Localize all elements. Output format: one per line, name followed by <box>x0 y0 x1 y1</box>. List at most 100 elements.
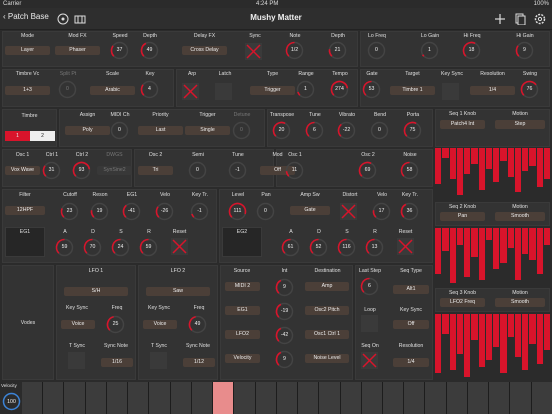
seq2-steps-step[interactable] <box>514 228 521 281</box>
seq3-steps-step[interactable] <box>435 314 442 374</box>
back-button[interactable]: ‹ Patch Base <box>3 12 49 21</box>
seq1-steps-step[interactable] <box>543 148 550 180</box>
delay-fx-select[interactable]: Cross Delay <box>182 46 227 55</box>
piano-key[interactable] <box>191 382 213 414</box>
seq1-steps-step[interactable] <box>536 148 543 187</box>
trigger-select[interactable]: Single <box>185 126 230 135</box>
eg1-reset-button[interactable] <box>171 238 188 255</box>
seq3-steps-step[interactable] <box>442 314 449 334</box>
seq2-steps-step[interactable] <box>507 228 514 249</box>
type-select[interactable]: Trigger <box>250 86 295 95</box>
mode-select[interactable]: Layer <box>5 46 50 55</box>
seq3-steps[interactable] <box>435 314 550 380</box>
seq1-steps-step[interactable] <box>493 148 500 182</box>
piano-key[interactable] <box>382 382 404 414</box>
seq2-motion-select[interactable]: Smooth <box>495 212 545 221</box>
seq3-steps-step[interactable] <box>456 314 463 354</box>
mod-fx-select[interactable]: Phaser <box>55 46 100 55</box>
eg2-reset-button[interactable] <box>397 238 414 255</box>
seq1-steps-step[interactable] <box>435 148 442 185</box>
piano-key[interactable] <box>467 382 489 414</box>
seq2-steps-step[interactable] <box>522 228 529 255</box>
seq1-steps-step[interactable] <box>442 148 449 159</box>
seq2-steps-step[interactable] <box>529 228 536 260</box>
seq2-steps-step[interactable] <box>449 228 456 284</box>
piano-key[interactable] <box>489 382 510 414</box>
arp-toggle[interactable] <box>182 83 199 100</box>
seq1-steps-step[interactable] <box>500 148 507 161</box>
seq-on-toggle[interactable] <box>361 352 378 369</box>
latch-toggle[interactable] <box>215 83 232 100</box>
seq2-steps-step[interactable] <box>543 228 550 246</box>
seq3-steps-step[interactable] <box>543 314 550 351</box>
lfo1-syncnote-select[interactable]: 1/16 <box>101 358 133 367</box>
seq1-steps-step[interactable] <box>522 148 529 172</box>
lfo1-wave-select[interactable]: S/H <box>64 287 128 296</box>
osc2-select[interactable]: Tri <box>138 166 173 175</box>
osc1-select[interactable]: Vox Wave <box>5 166 40 175</box>
sync-toggle[interactable] <box>245 43 262 60</box>
vpatch-source-3[interactable]: Velocity <box>225 354 260 363</box>
piano-key[interactable] <box>106 382 128 414</box>
piano-key[interactable] <box>404 382 425 414</box>
piano-key[interactable] <box>85 382 106 414</box>
seq2-steps-step[interactable] <box>456 228 463 246</box>
seq3-steps-step[interactable] <box>500 314 507 374</box>
seq2-steps-step[interactable] <box>464 228 471 278</box>
piano-key[interactable] <box>446 382 467 414</box>
seq1-motion-select[interactable]: Step <box>495 120 545 129</box>
seq3-steps-step[interactable] <box>471 314 478 341</box>
seq3-steps-step[interactable] <box>478 314 485 367</box>
vpatch-dest-3[interactable]: Noise Level <box>305 354 349 363</box>
seq2-steps-step[interactable] <box>471 228 478 257</box>
amp-sw-select[interactable]: Gate <box>290 206 330 215</box>
seq3-steps-step[interactable] <box>514 314 521 357</box>
seq2-steps-step[interactable] <box>493 228 500 269</box>
vpatch-source-2[interactable]: LFO2 <box>225 330 260 339</box>
piano-key[interactable] <box>531 382 552 414</box>
timbre-tab-2[interactable]: 2 <box>30 131 55 141</box>
piano-key[interactable] <box>234 382 255 414</box>
lfo2-wave-select[interactable]: Saw <box>146 287 210 296</box>
lfo2-keysync-select[interactable]: Voice <box>143 320 177 329</box>
seq3-steps-step[interactable] <box>449 314 456 371</box>
seq2-steps[interactable] <box>435 228 550 286</box>
timbre-tab-1[interactable]: 1 <box>5 131 30 141</box>
seq1-steps-step[interactable] <box>529 148 536 167</box>
seq3-steps-step[interactable] <box>464 314 471 377</box>
lfo2-tsync-toggle[interactable] <box>150 352 167 369</box>
seq2-steps-step[interactable] <box>536 228 543 275</box>
seq3-steps-step[interactable] <box>536 314 543 364</box>
piano-key[interactable] <box>43 382 64 414</box>
piano-key[interactable] <box>361 382 382 414</box>
synth-icon[interactable] <box>55 11 71 27</box>
key-sync-select[interactable]: Off <box>393 320 429 329</box>
piano-key[interactable] <box>149 382 170 414</box>
seq2-steps-step[interactable] <box>442 228 449 252</box>
seq3-motion-select[interactable]: Smooth <box>495 298 545 307</box>
documents-icon[interactable] <box>512 11 528 27</box>
seq2-steps-step[interactable] <box>478 228 485 281</box>
lfo1-keysync-select[interactable]: Voice <box>61 320 95 329</box>
seq1-steps-step[interactable] <box>514 148 521 193</box>
assign-select[interactable]: Poly <box>65 126 110 135</box>
seq1-steps[interactable] <box>435 148 550 200</box>
distort-toggle[interactable] <box>340 203 357 220</box>
seq1-steps-step[interactable] <box>471 148 478 164</box>
vpatch-dest-0[interactable]: Amp <box>305 282 349 291</box>
resolution-select[interactable]: 1/4 <box>393 358 429 367</box>
timbre-vc-select[interactable]: 1+3 <box>5 86 50 95</box>
seq1-steps-step[interactable] <box>456 148 463 195</box>
scale-select[interactable]: Arabic <box>90 86 135 95</box>
piano-key[interactable] <box>255 382 276 414</box>
piano-key[interactable] <box>170 382 191 414</box>
resolution-select[interactable]: 1/4 <box>470 86 515 95</box>
seq2-steps-step[interactable] <box>500 228 507 263</box>
vpatch-source-0[interactable]: MIDI 2 <box>225 282 260 291</box>
piano-icon[interactable] <box>72 11 88 27</box>
lfo2-syncnote-select[interactable]: 1/12 <box>183 358 215 367</box>
piano-key[interactable] <box>213 382 234 414</box>
target-select[interactable]: Timbre 1 <box>390 86 435 95</box>
seq3-steps-step[interactable] <box>522 314 529 371</box>
piano-key[interactable] <box>319 382 340 414</box>
